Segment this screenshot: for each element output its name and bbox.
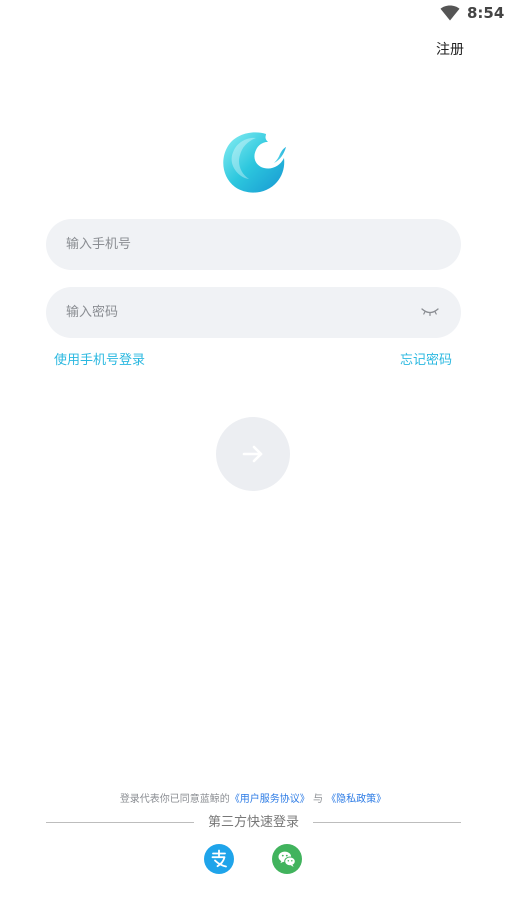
third-party-login-divider: 第三方快速登录 [46,814,461,832]
password-input-field [46,287,461,338]
alipay-login-button[interactable] [204,844,234,874]
password-input[interactable] [66,287,406,338]
divider-line-right [313,822,461,823]
third-party-label: 第三方快速登录 [207,815,299,830]
phone-input[interactable] [66,219,406,270]
phone-login-link[interactable]: 使用手机号登录 [54,352,145,370]
wechat-login-button[interactable] [272,844,302,874]
user-agreement-link[interactable]: 《用户服务协议》 [230,794,310,805]
agreement-text: 登录代表你已同意蓝鲸的《用户服务协议》 与 《隐私政策》 [0,792,506,808]
wechat-icon [278,851,296,867]
login-submit-button[interactable] [216,417,290,491]
privacy-policy-link[interactable]: 《隐私政策》 [326,794,386,805]
agreement-prefix: 登录代表你已同意蓝鲸的 [119,794,230,805]
form-links: 使用手机号登录 忘记密码 [54,352,452,370]
phone-input-field [46,219,461,270]
status-bar: 8:54 [0,0,506,28]
alipay-icon [211,849,227,868]
status-time: 8:54 [467,4,505,22]
eye-closed-icon[interactable] [421,306,439,318]
forgot-password-link[interactable]: 忘记密码 [400,352,452,370]
agreement-conjunction: 与 [313,794,323,805]
arrow-right-icon [242,445,263,463]
wave-logo-icon [223,132,286,193]
wifi-icon [440,5,460,21]
login-screen: 8:54 注册 使用手机号登 [0,0,506,900]
register-link[interactable]: 注册 [436,41,464,59]
